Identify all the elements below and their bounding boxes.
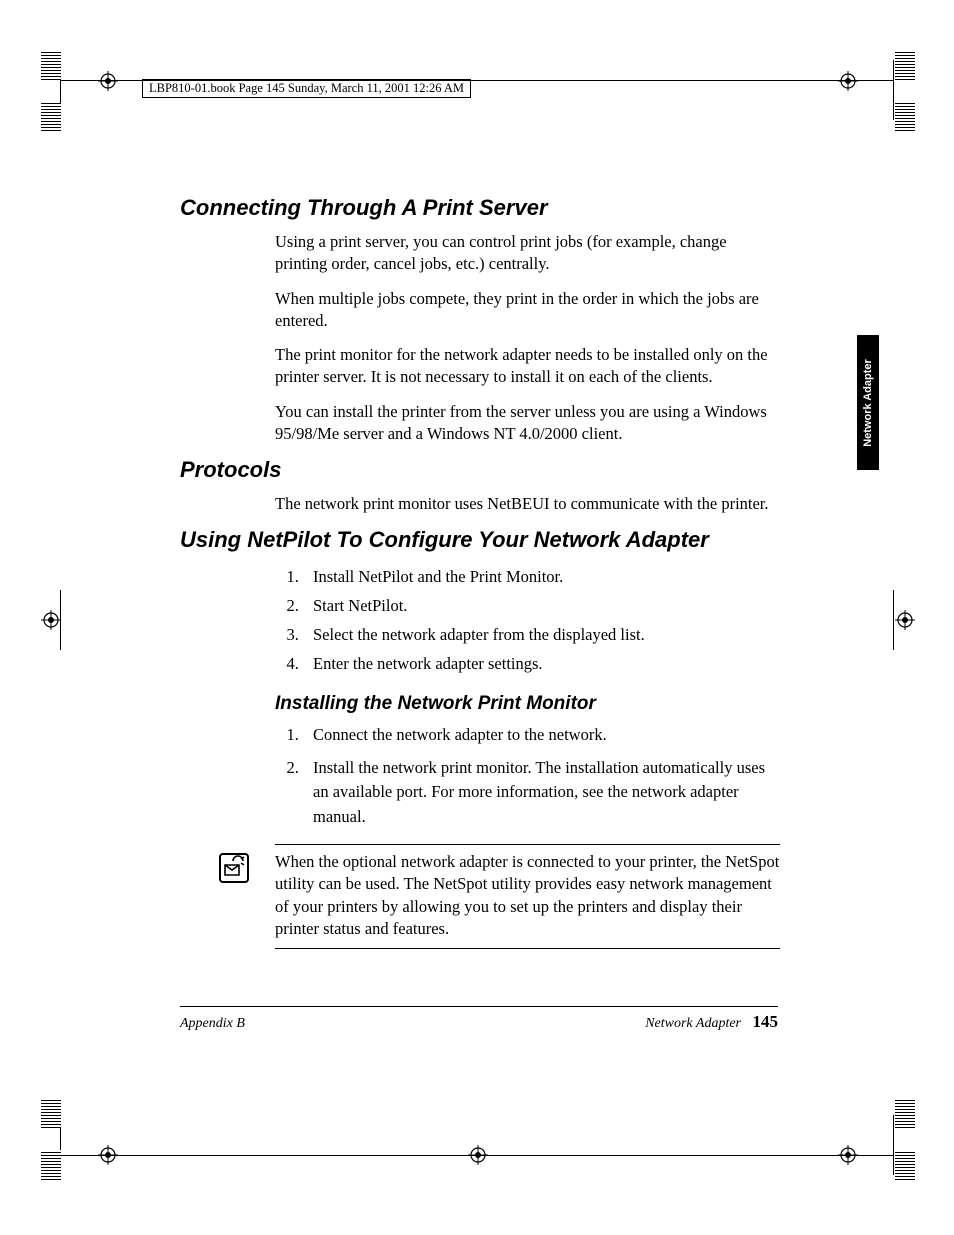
hatch-mark <box>41 103 61 131</box>
list-item: Select the network adapter from the disp… <box>303 621 780 650</box>
note-text: When the optional network adapter is con… <box>275 851 780 940</box>
side-tab-label: Network Adapter <box>862 359 874 447</box>
paragraph: Using a print server, you can control pr… <box>275 231 780 276</box>
footer-section-name: Network Adapter <box>645 1016 741 1031</box>
paragraph: When multiple jobs compete, they print i… <box>275 288 780 333</box>
subheading-installing: Installing the Network Print Monitor <box>275 693 780 715</box>
note-icon <box>219 853 249 883</box>
heading-connecting: Connecting Through A Print Server <box>180 195 780 221</box>
crop-rule <box>893 1115 894 1175</box>
list-item: Connect the network adapter to the netwo… <box>303 723 780 748</box>
hatch-mark <box>895 103 915 131</box>
crop-rule <box>61 1155 893 1156</box>
page: LBP810-01.book Page 145 Sunday, March 11… <box>0 0 954 1235</box>
hatch-mark <box>895 1150 915 1180</box>
paragraph: The print monitor for the network adapte… <box>275 344 780 389</box>
hatch-mark <box>41 50 61 80</box>
footer-left: Appendix B <box>180 1016 245 1032</box>
paragraph: The network print monitor uses NetBEUI t… <box>275 493 780 515</box>
crop-rule <box>60 590 61 650</box>
heading-netpilot: Using NetPilot To Configure Your Network… <box>180 527 780 553</box>
hatch-mark <box>41 1150 61 1180</box>
note-block: When the optional network adapter is con… <box>275 844 780 949</box>
list-item: Install NetPilot and the Print Monitor. <box>303 563 780 592</box>
list-item: Enter the network adapter settings. <box>303 650 780 679</box>
page-content: Connecting Through A Print Server Using … <box>180 195 780 949</box>
footer-rule <box>180 1006 778 1007</box>
registration-mark-icon <box>838 71 858 91</box>
paragraph: You can install the printer from the ser… <box>275 401 780 446</box>
registration-mark-icon <box>98 71 118 91</box>
list-item: Install the network print monitor. The i… <box>303 756 780 830</box>
page-footer: Appendix B Network Adapter 145 <box>180 1012 778 1032</box>
heading-protocols: Protocols <box>180 457 780 483</box>
hatch-mark <box>41 1100 61 1128</box>
ordered-list: Install NetPilot and the Print Monitor. … <box>275 563 780 679</box>
side-tab: Network Adapter <box>857 335 879 470</box>
hatch-mark <box>895 50 915 80</box>
section-body: The network print monitor uses NetBEUI t… <box>275 493 780 515</box>
registration-mark-icon <box>41 610 61 630</box>
crop-rule <box>893 60 894 120</box>
section-body: Connect the network adapter to the netwo… <box>275 723 780 830</box>
hatch-mark <box>895 1100 915 1128</box>
crop-rule <box>893 590 894 650</box>
section-body: Using a print server, you can control pr… <box>275 231 780 445</box>
book-meta-line: LBP810-01.book Page 145 Sunday, March 11… <box>142 79 471 98</box>
note-rule <box>275 948 780 949</box>
page-number: 145 <box>753 1012 779 1031</box>
note-rule <box>275 844 780 845</box>
section-body: Install NetPilot and the Print Monitor. … <box>275 563 780 679</box>
note-body: When the optional network adapter is con… <box>275 851 780 940</box>
list-item: Start NetPilot. <box>303 592 780 621</box>
registration-mark-icon <box>895 610 915 630</box>
ordered-list: Connect the network adapter to the netwo… <box>275 723 780 830</box>
footer-right: Network Adapter 145 <box>645 1012 778 1032</box>
